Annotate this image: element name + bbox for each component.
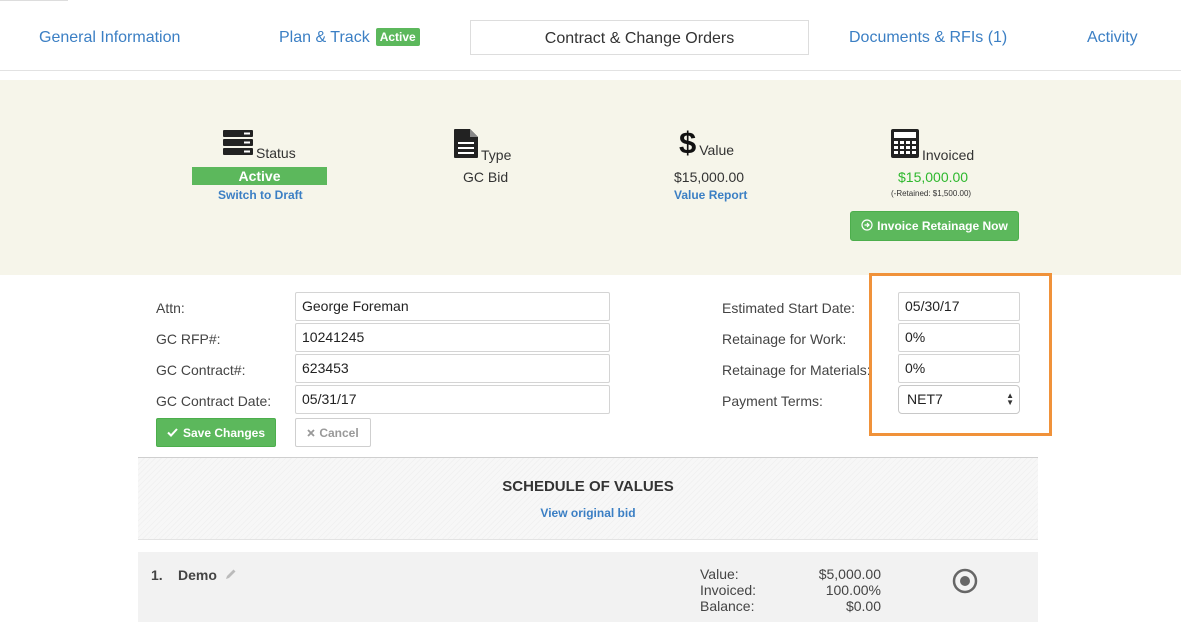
status-badge: Active: [192, 167, 327, 185]
list-item: 1. Demo Value: Invoiced: Balance: $5,000…: [138, 552, 1038, 622]
value-report-link[interactable]: Value Report: [674, 188, 747, 202]
invoice-retainage-button[interactable]: Invoice Retainage Now: [850, 211, 1019, 241]
attn-field[interactable]: George Foreman: [295, 292, 610, 321]
value-label: Value: [699, 142, 735, 158]
highlight-box: [869, 273, 1052, 436]
status-label: Status: [256, 145, 296, 161]
estimated-start-date-label: Estimated Start Date:: [722, 300, 856, 316]
attn-label: Attn:: [156, 300, 185, 316]
payment-terms-label: Payment Terms:: [722, 393, 823, 409]
switch-to-draft-link[interactable]: Switch to Draft: [218, 188, 303, 202]
schedule-of-values-title: SCHEDULE OF VALUES: [502, 478, 674, 495]
invoice-retainage-label: Invoice Retainage Now: [877, 219, 1008, 233]
save-changes-label: Save Changes: [182, 425, 266, 440]
cancel-label: Cancel: [319, 425, 359, 440]
check-icon: [167, 426, 178, 440]
retainage-work-label: Retainage for Work:: [722, 331, 847, 347]
tab-activity[interactable]: Activity: [1087, 20, 1138, 55]
item-invoiced: 100.00%: [825, 582, 881, 598]
tab-divider: [0, 0, 68, 1]
tab-contract-change-orders[interactable]: Contract & Change Orders: [470, 20, 809, 55]
tab-label: Documents & RFIs (1): [849, 29, 1008, 46]
item-number: 1.: [151, 567, 163, 583]
invoiced-label: Invoiced: [922, 147, 975, 163]
target-icon[interactable]: [952, 568, 978, 599]
item-name: Demo: [178, 567, 217, 583]
tab-label: Activity: [1087, 29, 1138, 46]
gc-contract-date-label: GC Contract Date:: [156, 393, 272, 409]
dollar-icon: $: [679, 125, 697, 160]
server-icon: [223, 130, 253, 161]
invoiced-label: Invoiced:: [700, 582, 757, 598]
schedule-of-values-header: SCHEDULE OF VALUES View original bid: [138, 457, 1038, 540]
save-changes-button[interactable]: Save Changes: [156, 418, 276, 447]
contract-summary: [0, 80, 1181, 275]
gc-contract-date-field[interactable]: 05/31/17: [295, 385, 610, 414]
value-amount: $15,000.00: [674, 169, 745, 185]
view-original-bid-label[interactable]: View original bid: [540, 506, 635, 520]
tab-label: Contract & Change Orders: [544, 30, 735, 47]
gc-rfp-field[interactable]: 10241245: [295, 323, 610, 352]
calculator-icon: [891, 129, 919, 163]
balance-label: Balance:: [700, 598, 755, 614]
tab-label: General Information: [39, 29, 181, 46]
value-header: $ Value: [679, 127, 734, 158]
cancel-button[interactable]: Cancel: [295, 418, 371, 447]
tab-documents-rfis[interactable]: Documents & RFIs (1): [849, 20, 1007, 55]
gc-contract-field[interactable]: 623453: [295, 354, 610, 383]
tab-plan-and-track[interactable]: Plan & Track Active: [279, 20, 420, 55]
tab-bar: General Information Plan & Track Active C…: [0, 0, 1181, 71]
value-label: Value:: [700, 566, 739, 582]
item-value: $5,000.00: [818, 566, 881, 582]
view-original-bid-link: View original bid: [138, 506, 1038, 520]
gc-rfp-label: GC RFP#:: [156, 331, 221, 347]
item-balance: $0.00: [845, 598, 881, 614]
retained-amount: (-Retained: $1,500.00): [891, 189, 972, 198]
invoiced-amount: $15,000.00: [898, 169, 969, 185]
tab-general-information[interactable]: General Information: [39, 20, 180, 55]
gc-contract-label: GC Contract#:: [156, 362, 246, 378]
document-icon: [454, 129, 478, 163]
invoiced-header: Invoiced: [891, 129, 974, 163]
tab-label: Plan & Track: [279, 29, 370, 46]
status-header: Status: [223, 130, 296, 161]
status-badge: Active: [375, 28, 420, 46]
type-label: Type: [481, 147, 512, 163]
type-value: GC Bid: [463, 169, 509, 185]
arrow-circle-right-icon: [861, 218, 873, 234]
pencil-icon[interactable]: [225, 567, 237, 585]
close-icon: [307, 426, 315, 440]
type-header: Type: [454, 129, 511, 163]
retainage-materials-label: Retainage for Materials:: [722, 362, 871, 378]
